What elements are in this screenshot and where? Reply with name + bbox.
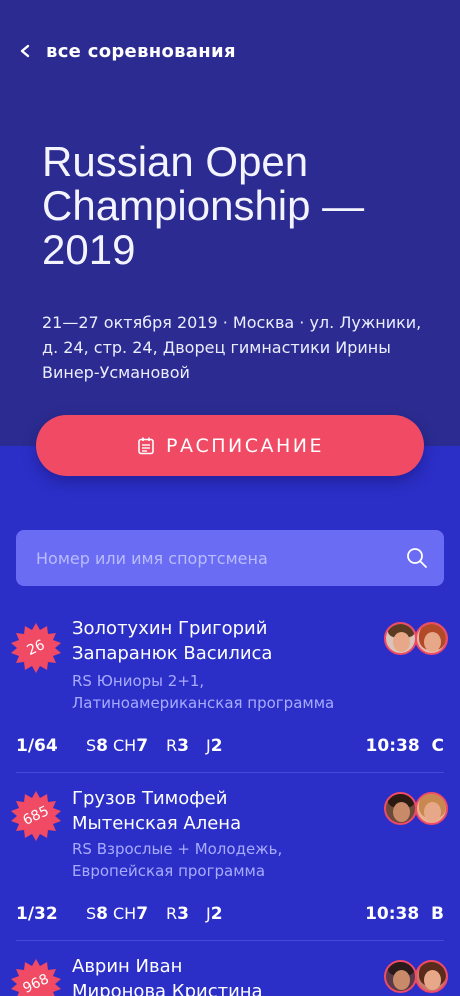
schedule-label: РАСПИСАНИЕ: [166, 434, 324, 457]
avatar: [415, 960, 448, 993]
chevron-left-icon: [20, 44, 30, 58]
partner-name: Мытенская Алена: [72, 813, 242, 834]
partner-name: Миронова Кристина: [72, 981, 263, 996]
stat-j: J2: [206, 904, 223, 924]
round-value: 1/32: [16, 904, 58, 924]
calendar-icon: [138, 437, 154, 454]
stat-r: R3: [166, 736, 189, 756]
search-bar: [16, 530, 444, 586]
time-value: 10:38 C: [365, 736, 444, 756]
avatar: [384, 622, 417, 655]
avatar: [384, 792, 417, 825]
avatar: [415, 622, 448, 655]
couple-avatars: [384, 622, 450, 656]
couple-avatars: [384, 792, 450, 826]
category-text: RS Взрослые + Молодежь, Европейская прог…: [72, 838, 392, 882]
schedule-button[interactable]: РАСПИСАНИЕ: [36, 415, 424, 476]
stat-j: J2: [206, 736, 223, 756]
category-line: Европейская программа: [72, 862, 266, 880]
couple-names: Золотухин Григорий Запаранюк Василиса: [72, 616, 372, 666]
search-icon[interactable]: [406, 547, 428, 569]
partner-name: Золотухин Григорий: [72, 618, 268, 639]
couple-names: Грузов Тимофей Мытенская Алена: [72, 786, 372, 836]
avatar: [384, 960, 417, 993]
back-link[interactable]: все соревнования: [18, 38, 236, 64]
partner-name: Аврин Иван: [72, 956, 183, 977]
category-line: Латиноамериканская программа: [72, 694, 335, 712]
heat-stats: 1/64 S8 CH7 R3 J2 10:38 C: [16, 736, 444, 760]
heat-stats: 1/32 S8 CH7 R3 J2 10:38 B: [16, 904, 444, 928]
avatar: [415, 792, 448, 825]
event-title: Russian Open Championship — 2019: [42, 138, 365, 273]
category-line: RS Взрослые + Молодежь,: [72, 840, 283, 858]
stat-s: S8: [86, 736, 108, 756]
stat-ch: CH7: [113, 904, 149, 924]
number-badge: 968: [10, 958, 62, 996]
stat-r: R3: [166, 904, 189, 924]
category-line: RS Юниоры 2+1,: [72, 672, 205, 690]
divider: [16, 940, 444, 941]
partner-name: Запаранюк Василиса: [72, 643, 273, 664]
stat-s: S8: [86, 904, 108, 924]
event-details: 21—27 октября 2019 · Москва · ул. Лужник…: [42, 313, 422, 382]
partner-name: Грузов Тимофей: [72, 788, 228, 809]
couple-avatars: [384, 960, 450, 994]
round-value: 1/64: [16, 736, 58, 756]
number-badge: 26: [10, 622, 62, 674]
couple-names: Аврин Иван Миронова Кристина: [72, 954, 372, 996]
category-text: RS Юниоры 2+1, Латиноамериканская програ…: [72, 670, 392, 714]
number-badge: 685: [10, 790, 62, 842]
search-input[interactable]: [36, 548, 406, 568]
back-label: все соревнования: [46, 40, 236, 62]
divider: [16, 772, 444, 773]
time-value: 10:38 B: [365, 904, 444, 924]
stat-ch: CH7: [113, 736, 149, 756]
